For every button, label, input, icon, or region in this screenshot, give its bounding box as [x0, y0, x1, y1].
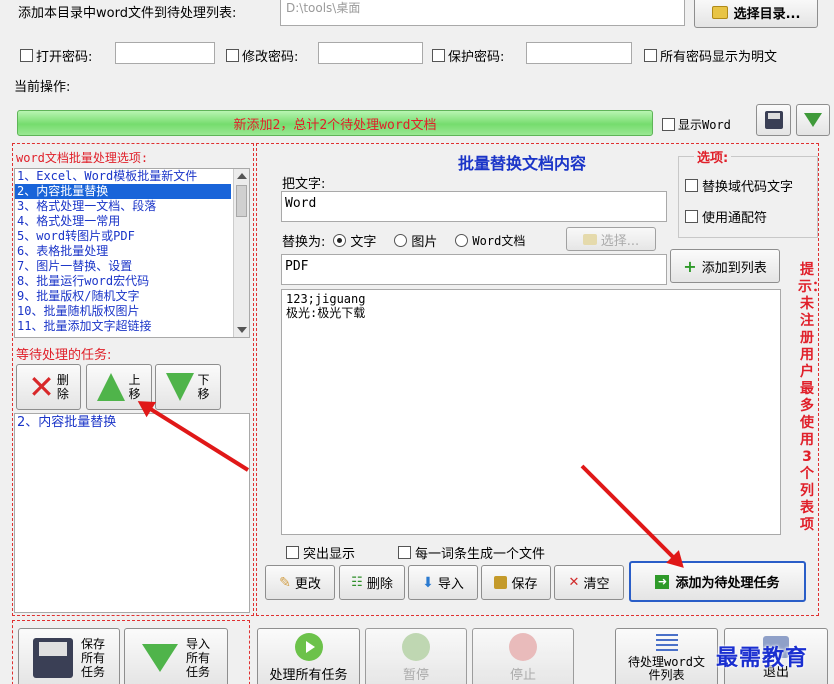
replace-title: 批量替换文档内容 [458, 154, 587, 173]
show-word-group: 显示Word [662, 116, 731, 133]
save-icon [494, 576, 508, 589]
radio-text[interactable] [333, 234, 347, 247]
floppy-icon [764, 111, 783, 129]
list-item[interactable]: 2、内容批量替换 [15, 414, 249, 432]
dir-path-field[interactable]: D:\tools\桌面 [280, 0, 685, 26]
open-password-input[interactable] [115, 42, 215, 64]
delete-entry-button[interactable]: ☷ 删除 [339, 565, 405, 600]
field-code-group: 替换域代码文字 [685, 176, 793, 195]
save-entries-button[interactable]: 保存 [481, 565, 551, 600]
protect-password-checkbox[interactable] [432, 48, 445, 62]
replace-list-textarea[interactable]: 123;jiguang 极光:极光下载 [281, 289, 781, 535]
modify-password-group: 修改密码: [226, 44, 298, 66]
find-label: 把文字: [282, 177, 326, 192]
import-drive-icon [141, 644, 178, 672]
list-item[interactable]: 3、格式处理一文档、段落 [15, 199, 231, 214]
options-scroll-thumb[interactable] [236, 185, 247, 217]
delete-row-icon: ☷ [351, 575, 363, 590]
options-scrollbar[interactable] [233, 169, 249, 337]
choose-dir-button[interactable]: 选择目录... [694, 0, 818, 28]
tasks-listbox[interactable]: 2、内容批量替换 [14, 413, 250, 613]
import-entries-button[interactable]: ⬇ 导入 [408, 565, 478, 600]
replace-type-row: 替换为: 文字 图片 Word文档 [282, 234, 526, 250]
current-op-label: 当前操作: [14, 80, 71, 95]
list-item[interactable]: 8、批量运行word宏代码 [15, 274, 231, 289]
list-item[interactable]: 11、批量添加文字超链接 [15, 319, 231, 334]
pause-icon [402, 633, 430, 661]
add-task-button[interactable]: ➜ 添加为待处理任务 [629, 561, 806, 602]
top-bar: 添加本目录中word文件到待处理列表: D:\tools\桌面 选择目录... [0, 0, 834, 34]
protect-password-group: 保护密码: [432, 44, 504, 66]
watermark: 最需教育 [716, 645, 809, 671]
down-arrow-icon [166, 373, 195, 401]
options-listbox[interactable]: 1、Excel、Word模板批量新文件 2、内容批量替换 3、格式处理一文档、段落 4… [14, 168, 250, 338]
folder-icon [711, 5, 728, 19]
save-settings-button[interactable] [756, 104, 791, 136]
modify-password-input[interactable] [318, 42, 423, 64]
highlight-group: 突出显示 [286, 543, 355, 562]
open-password-checkbox[interactable] [20, 48, 33, 62]
clear-button[interactable]: ✕ 清空 [554, 565, 624, 600]
radio-image[interactable] [394, 234, 408, 247]
add-arrow-icon: ➜ [655, 574, 670, 589]
password-row: 打开密码: [20, 44, 92, 66]
clear-x-icon: ✕ [568, 575, 580, 590]
tasks-title: 等待处理的任务: [16, 348, 112, 363]
add-dir-label: 添加本目录中word文件到待处理列表: [18, 6, 237, 21]
radio-worddoc[interactable] [455, 234, 469, 247]
move-down-button[interactable]: 下 移 [155, 364, 221, 410]
options-box-title: 选项: [694, 147, 732, 166]
list-icon [655, 634, 678, 654]
per-entry-file-checkbox[interactable] [398, 546, 411, 559]
list-item[interactable]: 4、格式处理一常用 [15, 214, 231, 229]
per-entry-group: 每一词条生成一个文件 [398, 543, 545, 562]
play-icon [294, 633, 323, 661]
download-button[interactable] [796, 104, 830, 136]
list-item[interactable]: 9、批量版权/随机文字 [15, 289, 231, 304]
show-plain-group: 所有密码显示为明文 [644, 44, 777, 66]
list-item[interactable]: 10、批量随机版权图片 [15, 304, 231, 319]
list-item[interactable]: 5、word转图片或PDF [15, 229, 231, 244]
show-word-checkbox[interactable] [662, 118, 675, 131]
download-arrow-icon [804, 113, 822, 127]
pause-button[interactable]: 暂停 [365, 628, 467, 684]
save-all-tasks-button[interactable]: 保存 所有 任务 [18, 628, 120, 684]
replace-input[interactable]: PDF [281, 254, 667, 285]
import-all-tasks-button[interactable]: 导入 所有 任务 [124, 628, 228, 684]
pencil-icon: ✎ [279, 574, 291, 591]
options-title: word文档批量处理选项: [16, 151, 149, 165]
stop-icon [509, 633, 537, 661]
folder-icon [582, 233, 597, 245]
delete-task-button[interactable]: ✕ 删 除 [16, 364, 81, 410]
red-x-icon: ✕ [28, 368, 55, 406]
process-all-button[interactable]: 处理所有任务 [257, 628, 360, 684]
stop-button[interactable]: 停止 [472, 628, 574, 684]
add-to-list-button[interactable]: + 添加到列表 [670, 249, 780, 283]
list-item[interactable]: 2、内容批量替换 [15, 184, 231, 199]
plus-icon: + [683, 256, 697, 276]
show-plain-checkbox[interactable] [644, 48, 657, 62]
find-input[interactable]: Word [281, 191, 667, 222]
floppy-icon [32, 638, 73, 678]
use-wildcard-checkbox[interactable] [685, 210, 698, 223]
edit-button[interactable]: ✎ 更改 [265, 565, 335, 600]
pending-list-button[interactable]: 待处理word文 件列表 [615, 628, 718, 684]
replace-field-code-checkbox[interactable] [685, 179, 698, 192]
list-item[interactable]: 1、Excel、Word模板批量新文件 [15, 169, 231, 184]
protect-password-input[interactable] [526, 42, 632, 64]
options-list: 1、Excel、Word模板批量新文件 2、内容批量替换 3、格式处理一文档、段落 4… [15, 169, 231, 334]
up-arrow-icon [97, 373, 126, 401]
wildcard-group: 使用通配符 [685, 207, 767, 226]
import-arrow-icon: ⬇ [422, 574, 434, 591]
tasks-list: 2、内容批量替换 [15, 414, 249, 432]
list-item[interactable]: 7、图片一替换、设置 [15, 259, 231, 274]
highlight-checkbox[interactable] [286, 546, 299, 559]
modify-password-checkbox[interactable] [226, 48, 239, 62]
progress-bar: 新添加2，总计2个待处理word文档 [17, 110, 653, 136]
select-file-button[interactable]: 选择... [566, 227, 656, 251]
list-item[interactable]: 6、表格批量处理 [15, 244, 231, 259]
vertical-tip: 提示：未注册用户最多使用3个列表项 [798, 262, 826, 533]
